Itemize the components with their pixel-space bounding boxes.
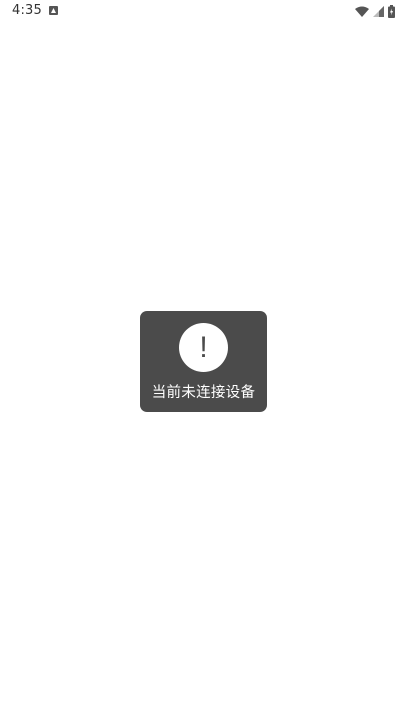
screen: 4:35 ! 当前未连接设备: [0, 0, 407, 723]
exclamation-glyph: !: [199, 331, 208, 364]
toast-message: 当前未连接设备: [151, 385, 256, 401]
status-time: 4:35: [12, 3, 42, 18]
toast-notification: ! 当前未连接设备: [140, 311, 267, 412]
status-icons: [355, 4, 395, 18]
wifi-icon: [355, 6, 369, 17]
battery-icon: [388, 4, 395, 18]
status-bar: 4:35: [0, 0, 407, 24]
accessibility-notification-icon: [49, 6, 58, 15]
cell-signal-icon: [373, 5, 384, 17]
exclamation-icon: !: [179, 323, 228, 372]
